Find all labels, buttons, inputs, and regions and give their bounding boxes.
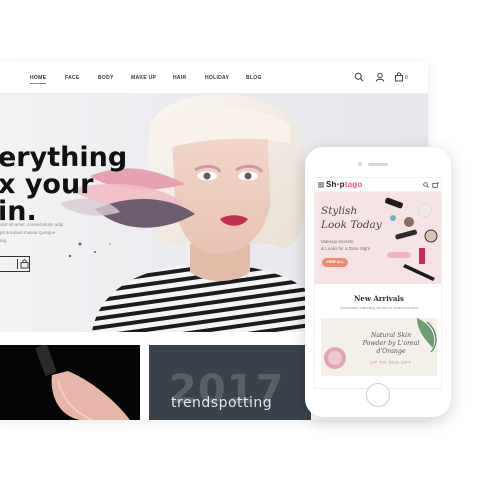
banner-title-line-2: Look Today: [321, 219, 382, 232]
hero-subtext-line-3: ing.: [0, 238, 8, 243]
phone-screen: Sh•ptago Stylish Look Today Makeup Secre…: [314, 177, 442, 389]
phone-home-button[interactable]: [366, 383, 390, 407]
hero-headline-line-2: x your: [0, 169, 94, 200]
phone-search-icon[interactable]: [423, 182, 429, 188]
banner-text: Makeup Secrets & Looks for a Date Night: [321, 238, 383, 252]
cart-count: 0: [405, 75, 408, 81]
banner-text-line-1: Makeup Secrets: [321, 239, 354, 244]
phone-camera: [358, 162, 362, 166]
user-icon[interactable]: [375, 72, 385, 82]
nav-blog[interactable]: BLOG: [246, 75, 262, 81]
promo-title: Natural Skin Powder by L'oreal d'Orange: [351, 332, 431, 356]
cart-icon[interactable]: [394, 72, 404, 82]
promo-title-line-1: Natural Skin: [370, 332, 412, 339]
nav-home[interactable]: HOME: [30, 75, 47, 84]
tile-label: trendspotting: [171, 395, 273, 411]
hero-shop-button[interactable]: [0, 256, 30, 272]
hero-headline-line-3: in.: [0, 196, 37, 227]
search-icon[interactable]: [354, 72, 364, 82]
promo-offer: UP TO 30% OFF: [370, 360, 412, 365]
hero-headline-line-1: erything: [0, 142, 128, 173]
makeup-brush-image: [35, 345, 130, 420]
phone-logo[interactable]: Sh•ptago: [326, 180, 362, 189]
promo-title-line-2: Powder by L'oreal: [362, 340, 420, 348]
new-arrivals-subtitle: Consectetur adipiscing elit sed do eiusm…: [339, 306, 419, 310]
phone-nav: Sh•ptago: [315, 178, 441, 192]
nav-make-up[interactable]: MAKE UP: [131, 75, 156, 81]
view-all-button[interactable]: VIEW ALL: [322, 258, 348, 267]
phone-mockup: Sh•ptago Stylish Look Today Makeup Secre…: [305, 147, 451, 417]
promo-card[interactable]: Natural Skin Powder by L'oreal d'Orange …: [321, 318, 437, 376]
nav-hair[interactable]: HAIR: [173, 75, 186, 81]
nav-face[interactable]: FACE: [65, 75, 80, 81]
phone-cart-icon[interactable]: [432, 182, 439, 188]
phone-speaker: [368, 163, 388, 166]
trendspotting-tile[interactable]: 2017 trendspotting: [149, 345, 311, 420]
bag-icon: [20, 259, 29, 269]
new-arrivals-title: New Arrivals: [354, 294, 404, 303]
phone-hero-banner: Stylish Look Today Makeup Secrets & Look…: [315, 192, 441, 284]
banner-text-line-2: & Looks for a Date Night: [321, 246, 371, 252]
banner-title-line-1: Stylish: [321, 205, 358, 217]
nav-body[interactable]: BODY: [98, 75, 114, 81]
banner-title: Stylish Look Today: [321, 204, 401, 232]
promo-title-line-3: d'Orange: [376, 348, 406, 356]
menu-icon[interactable]: [318, 182, 324, 188]
hero-subtext-line-1: olor sit amet, consectetuim adip: [0, 222, 64, 227]
hero-subtext-line-2: pit tincidunt massa Quisque: [0, 230, 56, 235]
slider-dots: [370, 276, 385, 284]
desktop-nav: HOME FACE BODY MAKE UP HAIR HOLIDAY BLOG…: [0, 62, 428, 94]
nav-holiday[interactable]: HOLIDAY: [205, 75, 229, 81]
makeup-brush-tile[interactable]: [0, 345, 140, 420]
button-divider: [17, 259, 18, 269]
